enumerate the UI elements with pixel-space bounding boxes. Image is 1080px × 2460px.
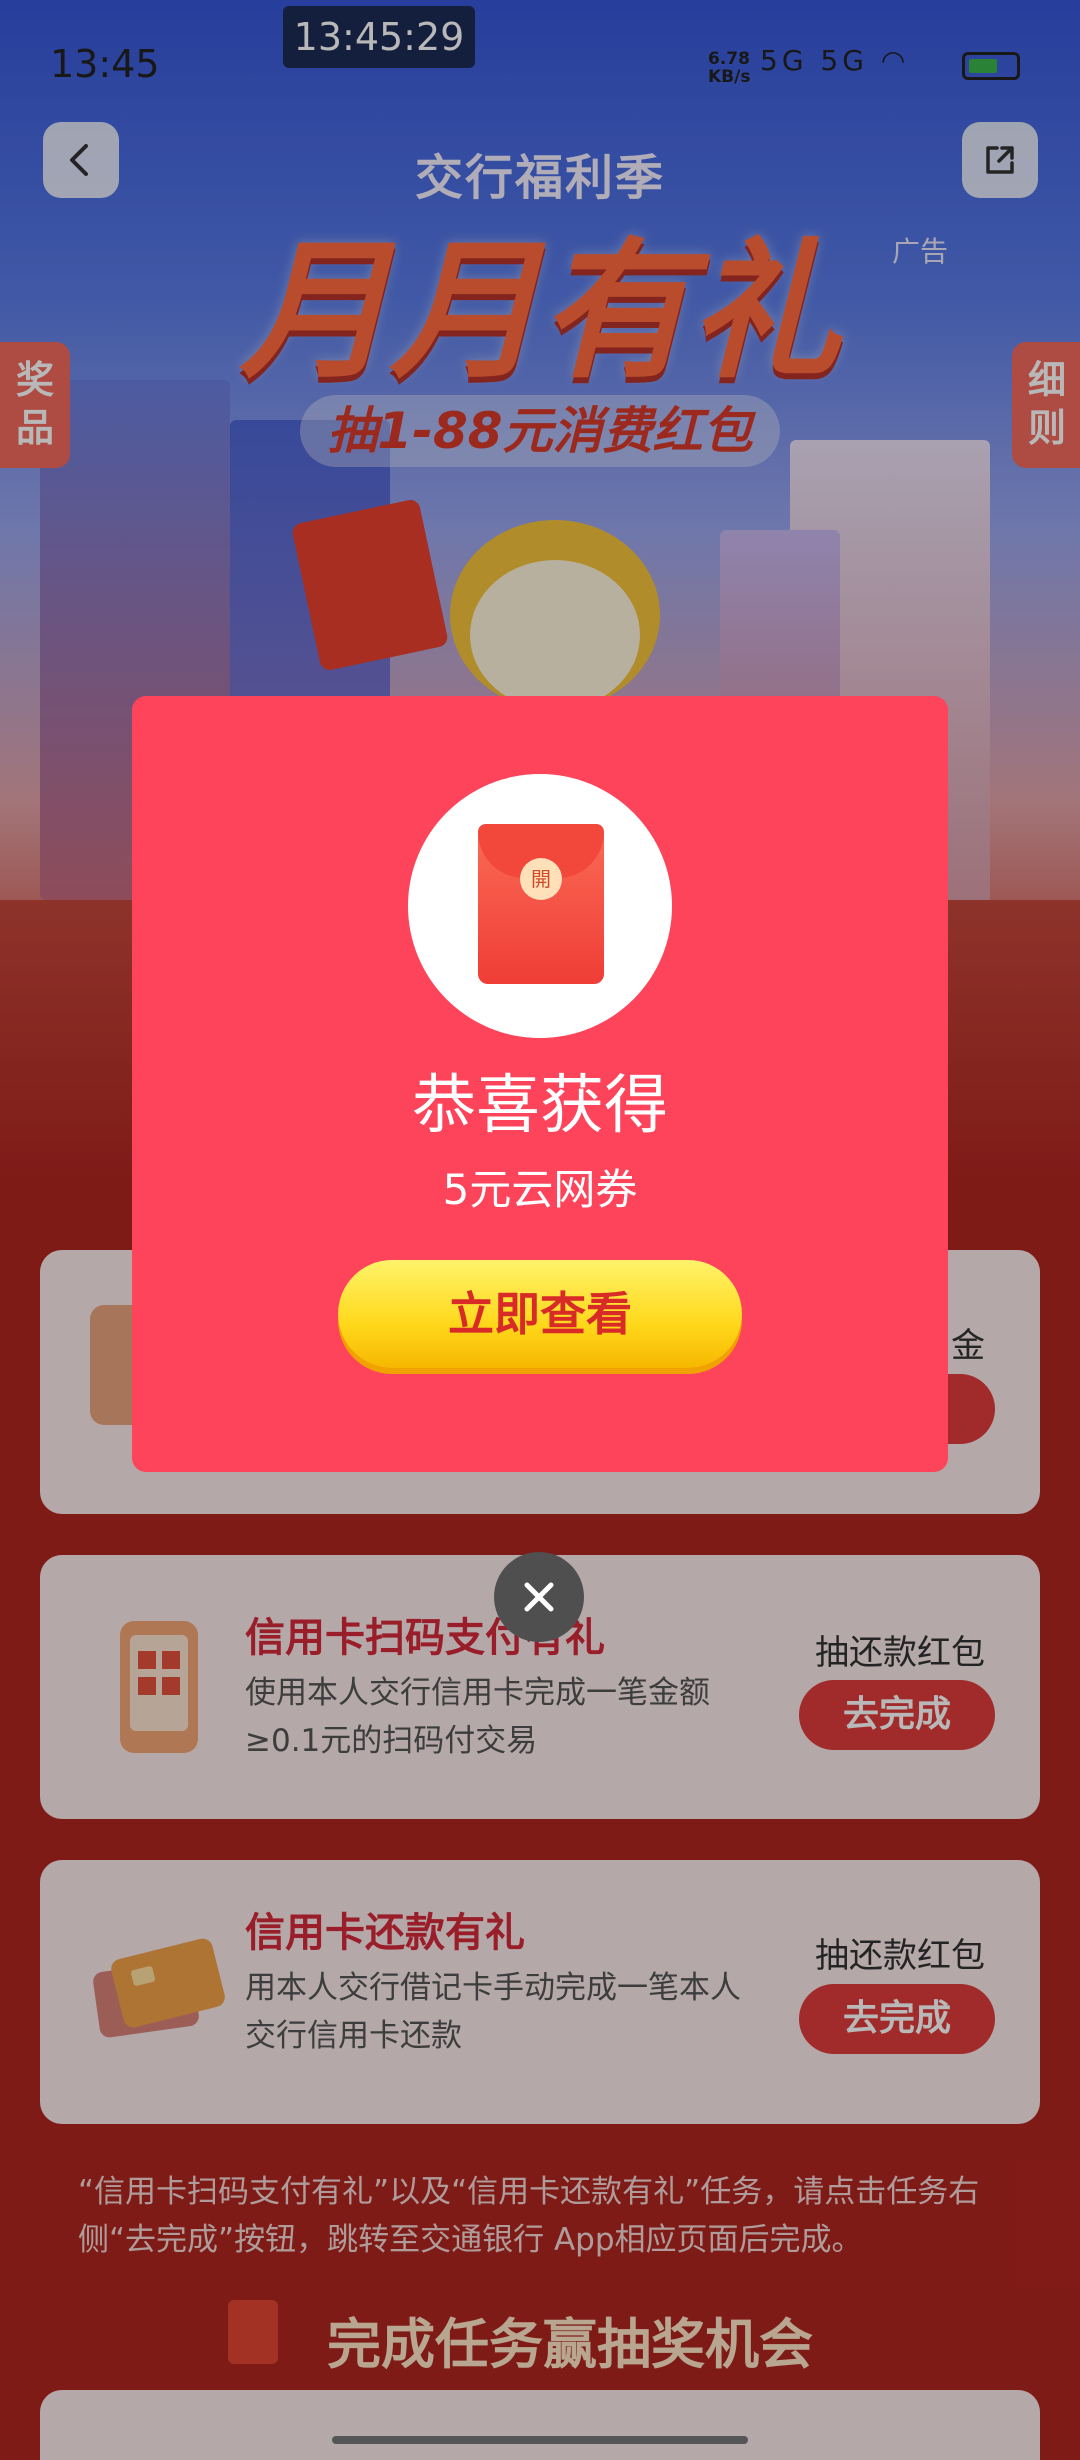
- prize-name: 5元云网券: [442, 1165, 638, 1214]
- envelope-seal: 開: [520, 858, 562, 900]
- page: 交行福利季 月月有礼 抽1-88元消费红包 广告 奖 品 细 则 13:45 1…: [0, 0, 1080, 2460]
- close-modal-button[interactable]: [494, 1552, 584, 1642]
- prize-icon-circle: 開: [408, 774, 672, 1038]
- prize-modal: 開 恭喜获得 5元云网券 立即查看: [132, 696, 948, 1472]
- close-icon: [524, 1582, 554, 1612]
- modal-title: 恭喜获得: [412, 1069, 668, 1143]
- red-envelope-icon: 開: [478, 824, 604, 984]
- home-indicator[interactable]: [332, 2436, 748, 2444]
- view-now-button[interactable]: 立即查看: [338, 1260, 742, 1368]
